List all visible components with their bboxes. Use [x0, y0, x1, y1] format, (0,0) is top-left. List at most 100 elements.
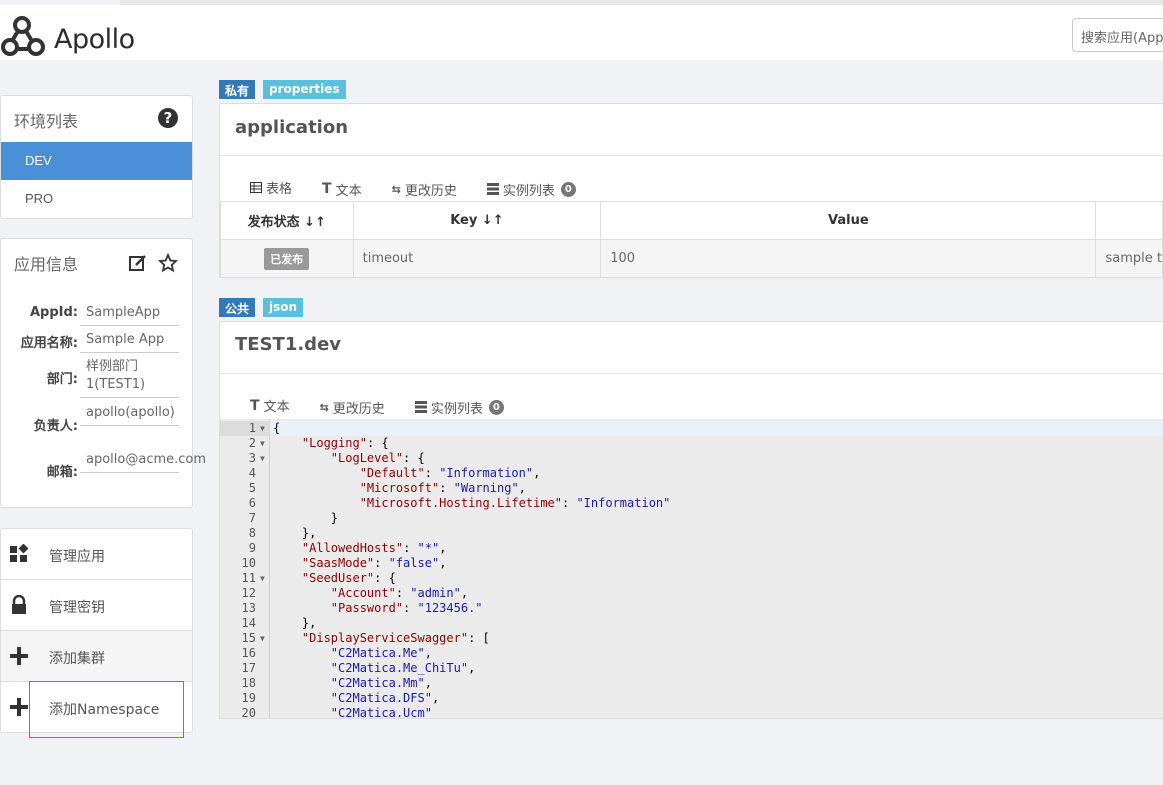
line-number: 4 [248, 466, 256, 480]
code-editor[interactable]: 1 ▼{2 ▼ "Logging": {3 ▼ "LogLevel": {4 "Def… [220, 419, 1163, 718]
code-text: "C2Matica.Ucm" [330, 706, 432, 718]
namespace-panel-test1-dev: TEST1.dev T 文本 ⇆ 更改历史 实例列表 0 1 ▼{2 ▼ "Logg… [219, 321, 1163, 719]
code-text: "C2Matica.Me", [330, 646, 432, 660]
code-text: "SeedUser": { [301, 571, 396, 585]
star-icon[interactable] [158, 253, 178, 273]
edit-icon[interactable] [128, 253, 148, 273]
code-line[interactable]: 15 ▼ "DisplayServiceSwagger": [ [220, 631, 1163, 646]
code-text: "LogLevel": { [330, 451, 425, 465]
col-comment [1095, 201, 1163, 240]
table-row: 已发布 timeout 100 sample t [220, 239, 1163, 278]
swap-icon: ⇆ [391, 182, 401, 196]
menu-label: 添加集群 [49, 651, 105, 667]
line-number: 19 [241, 691, 256, 705]
highlight-annotation [29, 681, 184, 738]
lock-icon [12, 595, 26, 614]
code-line[interactable]: 17 "C2Matica.Me_ChiTu", [220, 661, 1163, 676]
code-text: "C2Matica.Mm", [330, 676, 432, 690]
manage-secret-button[interactable]: 管理密钥 [1, 580, 192, 631]
scope-tag: 私有 [219, 80, 256, 99]
info-value: apollo(apollo) [80, 404, 179, 426]
instance-count-badge: 0 [488, 399, 504, 415]
line-number: 6 [248, 496, 256, 510]
code-text: "DisplayServiceSwagger": [ [301, 631, 490, 645]
tab-label: 更改历史 [404, 183, 457, 199]
fold-arrow-icon[interactable]: ▼ [260, 451, 265, 466]
code-line[interactable]: 13 "Password": "123456." [220, 601, 1163, 616]
server-icon [486, 183, 499, 195]
line-number: 16 [241, 646, 256, 660]
code-line[interactable]: 1 ▼{ [220, 421, 1163, 436]
code-text: "Account": "admin", [330, 586, 469, 600]
info-value: 样例部门1(TEST1) [80, 358, 179, 398]
code-line[interactable]: 20 "C2Matica.Ucm" [220, 706, 1163, 718]
search-input[interactable]: 搜索应用(AppId、应用名) [1072, 18, 1163, 52]
add-cluster-button[interactable]: 添加集群 [1, 631, 192, 682]
info-label: 邮箱: [46, 465, 78, 480]
menu-label: 管理密钥 [49, 600, 105, 616]
line-number: 5 [248, 481, 256, 495]
code-line[interactable]: 7 } [220, 511, 1163, 526]
code-line[interactable]: 10 "SaasMode": "false", [220, 556, 1163, 571]
code-line[interactable]: 12 "Account": "admin", [220, 586, 1163, 601]
scope-tag: 公共 [219, 298, 256, 317]
env-list-panel: 环境列表 ? DEV PRO [0, 95, 193, 219]
app-info-panel: 应用信息 AppId: SampleApp 应用名称: Sample App 部… [0, 238, 206, 508]
fold-arrow-icon[interactable]: ▼ [260, 421, 265, 436]
manage-app-button[interactable]: 管理应用 [1, 529, 192, 580]
tab-label: 实例列表 [502, 183, 555, 199]
fold-arrow-icon[interactable]: ▼ [260, 571, 265, 586]
table-icon [250, 182, 262, 193]
code-line[interactable]: 18 "C2Matica.Mm", [220, 676, 1163, 691]
help-icon[interactable]: ? [158, 108, 178, 128]
fold-arrow-icon[interactable]: ▼ [260, 436, 265, 451]
dashboard-icon [10, 544, 29, 562]
tab-label: 表格 [266, 182, 293, 197]
col-status[interactable]: 发布状态 ↓↑ [220, 201, 354, 240]
code-line[interactable]: 9 "AllowedHosts": "*", [220, 541, 1163, 556]
plus-icon [10, 647, 28, 665]
env-list-header: 环境列表 ? [1, 96, 192, 142]
logo-text[interactable]: Apollo [54, 24, 135, 55]
line-number: 7 [248, 511, 256, 525]
code-text: "SaasMode": "false", [301, 556, 447, 570]
code-line[interactable]: 16 "C2Matica.Me", [220, 646, 1163, 661]
code-line[interactable]: 14 }, [220, 616, 1163, 631]
key-cell: timeout [352, 239, 602, 278]
code-text: "AllowedHosts": "*", [301, 541, 447, 555]
format-tag: properties [263, 80, 346, 99]
env-list-title: 环境列表 [14, 112, 79, 131]
text-icon: T [250, 397, 260, 414]
col-key[interactable]: Key ↓↑ [352, 201, 602, 240]
app-info-title: 应用信息 [14, 255, 79, 274]
code-text: "Logging": { [301, 436, 389, 450]
line-number: 12 [241, 586, 256, 600]
sort-icon: ↓↑ [304, 215, 326, 230]
info-value: SampleApp [80, 304, 179, 326]
comment-cell: sample t [1095, 239, 1163, 278]
code-line[interactable]: 5 "Microsoft": "Warning", [220, 481, 1163, 496]
code-line[interactable]: 2 ▼ "Logging": { [220, 436, 1163, 451]
code-text: "C2Matica.DFS", [330, 691, 440, 705]
server-icon [414, 401, 427, 413]
code-line[interactable]: 8 }, [220, 526, 1163, 541]
fold-arrow-icon[interactable]: ▼ [260, 631, 265, 646]
format-tag: json [263, 298, 304, 317]
code-text: }, [273, 616, 317, 630]
line-number: 14 [241, 616, 256, 630]
env-item-dev[interactable]: DEV [1, 142, 192, 180]
code-text: "Default": "Information", [359, 466, 541, 480]
code-line[interactable]: 6 "Microsoft.Hosting.Lifetime": "Informa… [220, 496, 1163, 511]
line-number: 18 [241, 676, 256, 690]
tab-label: 更改历史 [332, 401, 385, 417]
code-line[interactable]: 19 "C2Matica.DFS", [220, 691, 1163, 706]
code-line[interactable]: 11 ▼ "SeedUser": { [220, 571, 1163, 586]
text-icon: T [322, 181, 332, 197]
code-line[interactable]: 4 "Default": "Information", [220, 466, 1163, 481]
namespace-title: application [235, 117, 349, 138]
env-item-pro[interactable]: PRO [1, 180, 192, 218]
apollo-logo-icon[interactable] [0, 12, 48, 62]
code-line[interactable]: 3 ▼ "LogLevel": { [220, 451, 1163, 466]
info-value: Sample App [80, 331, 179, 353]
line-number: 8 [248, 526, 256, 540]
